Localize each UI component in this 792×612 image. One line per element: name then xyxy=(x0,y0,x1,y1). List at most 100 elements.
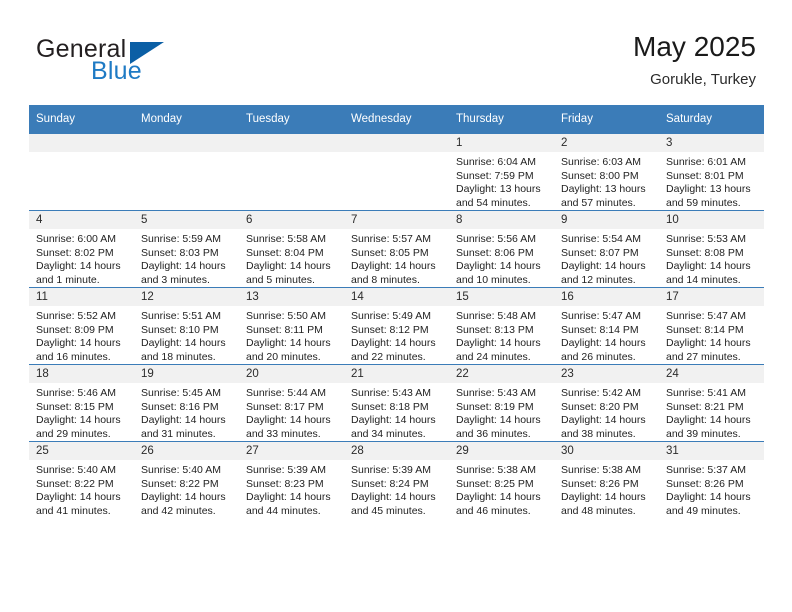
sunset-time: Sunset: 8:25 PM xyxy=(456,477,534,490)
daylight-duration-line1: Daylight: 14 hours xyxy=(561,491,646,503)
sunrise-time: Sunrise: 5:51 AM xyxy=(141,310,221,322)
sunset-time: Sunset: 8:01 PM xyxy=(666,169,744,182)
daylight-duration-line2: and 48 minutes. xyxy=(561,504,636,517)
daylight-duration-line1: Daylight: 14 hours xyxy=(141,414,226,426)
daylight-duration-line2: and 27 minutes. xyxy=(666,350,741,363)
daylight-duration-line1: Daylight: 14 hours xyxy=(36,260,121,272)
daylight-duration-line2: and 22 minutes. xyxy=(351,350,426,363)
daylight-duration-line1: Daylight: 14 hours xyxy=(666,414,751,426)
calendar-day-cell[interactable]: 9 Sunrise: 5:54 AM Sunset: 8:07 PM Daylight… xyxy=(554,210,659,288)
sunrise-time: Sunrise: 6:03 AM xyxy=(561,156,641,168)
daylight-duration-line2: and 16 minutes. xyxy=(36,350,111,363)
day-number xyxy=(239,134,344,152)
calendar-day-cell[interactable]: 8 Sunrise: 5:56 AM Sunset: 8:06 PM Daylight… xyxy=(449,210,554,288)
calendar-day-cell[interactable]: 7 Sunrise: 5:57 AM Sunset: 8:05 PM Daylight… xyxy=(344,210,449,288)
sunset-time: Sunset: 8:26 PM xyxy=(666,477,744,490)
day-number: 8 xyxy=(449,211,554,229)
daylight-duration-line2: and 59 minutes. xyxy=(666,196,741,209)
calendar-day-cell[interactable]: 17 Sunrise: 5:47 AM Sunset: 8:14 PM Dayligh… xyxy=(659,287,764,365)
calendar-day-cell[interactable]: 29 Sunrise: 5:38 AM Sunset: 8:25 PM Dayligh… xyxy=(449,441,554,518)
day-details: Sunrise: 5:49 AM Sunset: 8:12 PM Daylight:… xyxy=(344,306,449,364)
calendar-day-cell[interactable]: 26 Sunrise: 5:40 AM Sunset: 8:22 PM Dayligh… xyxy=(134,441,239,518)
calendar-day-cell[interactable]: 3 Sunrise: 6:01 AM Sunset: 8:01 PM Daylight… xyxy=(659,133,764,211)
calendar-day-cell[interactable]: 28 Sunrise: 5:39 AM Sunset: 8:24 PM Dayligh… xyxy=(344,441,449,518)
calendar-day-cell[interactable]: 5 Sunrise: 5:59 AM Sunset: 8:03 PM Daylight… xyxy=(134,210,239,288)
daylight-duration-line1: Daylight: 14 hours xyxy=(141,337,226,349)
daylight-duration-line1: Daylight: 14 hours xyxy=(351,337,436,349)
sunset-time: Sunset: 8:19 PM xyxy=(456,400,534,413)
sunrise-time: Sunrise: 6:00 AM xyxy=(36,233,116,245)
general-blue-logo[interactable]: General Blue xyxy=(36,36,266,88)
sunset-time: Sunset: 8:17 PM xyxy=(246,400,324,413)
sunset-time: Sunset: 8:09 PM xyxy=(36,323,114,336)
day-number: 28 xyxy=(344,442,449,460)
sunrise-time: Sunrise: 5:43 AM xyxy=(351,387,431,399)
daylight-duration-line1: Daylight: 14 hours xyxy=(36,414,121,426)
daylight-duration-line2: and 34 minutes. xyxy=(351,427,426,440)
daylight-duration-line1: Daylight: 14 hours xyxy=(246,414,331,426)
daylight-duration-line1: Daylight: 14 hours xyxy=(351,491,436,503)
day-details: Sunrise: 5:46 AM Sunset: 8:15 PM Daylight:… xyxy=(29,383,134,441)
sunrise-time: Sunrise: 5:50 AM xyxy=(246,310,326,322)
calendar-day-cell[interactable]: 23 Sunrise: 5:42 AM Sunset: 8:20 PM Dayligh… xyxy=(554,364,659,442)
sunset-time: Sunset: 8:21 PM xyxy=(666,400,744,413)
daylight-duration-line2: and 45 minutes. xyxy=(351,504,426,517)
calendar-day-cell[interactable]: 14 Sunrise: 5:49 AM Sunset: 8:12 PM Dayligh… xyxy=(344,287,449,365)
calendar-day-cell[interactable]: 27 Sunrise: 5:39 AM Sunset: 8:23 PM Dayligh… xyxy=(239,441,344,518)
day-number: 22 xyxy=(449,365,554,383)
day-number: 6 xyxy=(239,211,344,229)
daylight-duration-line2: and 29 minutes. xyxy=(36,427,111,440)
daylight-duration-line1: Daylight: 14 hours xyxy=(36,337,121,349)
calendar-day-cell[interactable]: 12 Sunrise: 5:51 AM Sunset: 8:10 PM Dayligh… xyxy=(134,287,239,365)
calendar-day-cell[interactable]: 21 Sunrise: 5:43 AM Sunset: 8:18 PM Dayligh… xyxy=(344,364,449,442)
daylight-duration-line1: Daylight: 14 hours xyxy=(456,260,541,272)
calendar-day-cell[interactable]: 24 Sunrise: 5:41 AM Sunset: 8:21 PM Dayligh… xyxy=(659,364,764,442)
calendar-day-cell[interactable]: 6 Sunrise: 5:58 AM Sunset: 8:04 PM Daylight… xyxy=(239,210,344,288)
calendar-day-cell[interactable]: 10 Sunrise: 5:53 AM Sunset: 8:08 PM Dayligh… xyxy=(659,210,764,288)
daylight-duration-line2: and 36 minutes. xyxy=(456,427,531,440)
sunset-time: Sunset: 8:10 PM xyxy=(141,323,219,336)
day-number: 29 xyxy=(449,442,554,460)
calendar-day-cell[interactable]: 2 Sunrise: 6:03 AM Sunset: 8:00 PM Daylight… xyxy=(554,133,659,211)
daylight-duration-line2: and 20 minutes. xyxy=(246,350,321,363)
calendar-day-cell[interactable]: 22 Sunrise: 5:43 AM Sunset: 8:19 PM Dayligh… xyxy=(449,364,554,442)
calendar-day-cell[interactable]: 31 Sunrise: 5:37 AM Sunset: 8:26 PM Dayligh… xyxy=(659,441,764,518)
day-details: Sunrise: 5:47 AM Sunset: 8:14 PM Daylight:… xyxy=(554,306,659,364)
page-title: May 2025 xyxy=(633,31,756,62)
day-details: Sunrise: 5:50 AM Sunset: 8:11 PM Daylight:… xyxy=(239,306,344,364)
daylight-duration-line1: Daylight: 13 hours xyxy=(666,183,751,195)
day-number: 11 xyxy=(29,288,134,306)
weekday-header-wednesday: Wednesday xyxy=(344,105,449,134)
calendar-day-cell[interactable]: 25 Sunrise: 5:40 AM Sunset: 8:22 PM Dayligh… xyxy=(29,441,134,518)
sunset-time: Sunset: 8:13 PM xyxy=(456,323,534,336)
calendar-day-cell[interactable]: 30 Sunrise: 5:38 AM Sunset: 8:26 PM Dayligh… xyxy=(554,441,659,518)
sunrise-time: Sunrise: 5:59 AM xyxy=(141,233,221,245)
calendar-day-cell[interactable]: 18 Sunrise: 5:46 AM Sunset: 8:15 PM Dayligh… xyxy=(29,364,134,442)
day-number: 3 xyxy=(659,134,764,152)
daylight-duration-line1: Daylight: 14 hours xyxy=(351,260,436,272)
daylight-duration-line2: and 57 minutes. xyxy=(561,196,636,209)
daylight-duration-line1: Daylight: 14 hours xyxy=(141,260,226,272)
day-details: Sunrise: 5:40 AM Sunset: 8:22 PM Daylight:… xyxy=(29,460,134,518)
day-details: Sunrise: 5:40 AM Sunset: 8:22 PM Daylight:… xyxy=(134,460,239,518)
calendar-day-cell[interactable]: 11 Sunrise: 5:52 AM Sunset: 8:09 PM Dayligh… xyxy=(29,287,134,365)
sunset-time: Sunset: 8:12 PM xyxy=(351,323,429,336)
daylight-duration-line1: Daylight: 14 hours xyxy=(456,491,541,503)
sunrise-time: Sunrise: 5:37 AM xyxy=(666,464,746,476)
sunset-time: Sunset: 8:04 PM xyxy=(246,246,324,259)
calendar-day-cell[interactable]: 19 Sunrise: 5:45 AM Sunset: 8:16 PM Dayligh… xyxy=(134,364,239,442)
calendar-day-cell[interactable]: 16 Sunrise: 5:47 AM Sunset: 8:14 PM Dayligh… xyxy=(554,287,659,365)
calendar-day-cell[interactable]: 4 Sunrise: 6:00 AM Sunset: 8:02 PM Daylight… xyxy=(29,210,134,288)
daylight-duration-line1: Daylight: 13 hours xyxy=(561,183,646,195)
calendar-day-cell[interactable]: 20 Sunrise: 5:44 AM Sunset: 8:17 PM Dayligh… xyxy=(239,364,344,442)
daylight-duration-line2: and 44 minutes. xyxy=(246,504,321,517)
day-number: 12 xyxy=(134,288,239,306)
daylight-duration-line1: Daylight: 14 hours xyxy=(561,337,646,349)
day-number: 25 xyxy=(29,442,134,460)
daylight-duration-line2: and 31 minutes. xyxy=(141,427,216,440)
sunrise-time: Sunrise: 5:54 AM xyxy=(561,233,641,245)
calendar-day-cell[interactable]: 1 Sunrise: 6:04 AM Sunset: 7:59 PM Daylight… xyxy=(449,133,554,211)
sunset-time: Sunset: 8:18 PM xyxy=(351,400,429,413)
calendar-day-cell[interactable]: 15 Sunrise: 5:48 AM Sunset: 8:13 PM Dayligh… xyxy=(449,287,554,365)
calendar-day-cell[interactable]: 13 Sunrise: 5:50 AM Sunset: 8:11 PM Dayligh… xyxy=(239,287,344,365)
